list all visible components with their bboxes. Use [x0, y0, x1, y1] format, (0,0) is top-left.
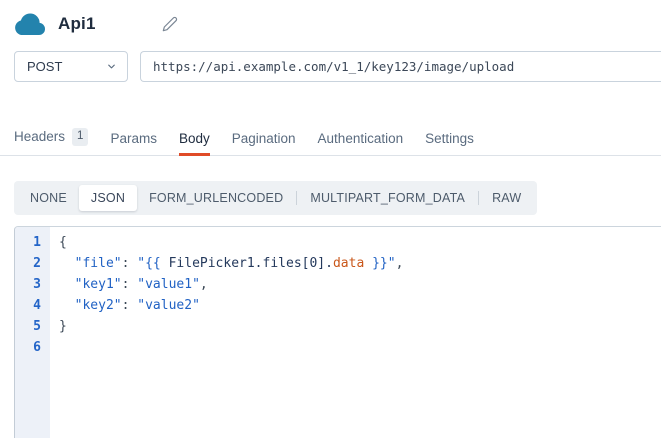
- code-token: "value2": [137, 298, 200, 313]
- code-token: }: [59, 319, 67, 334]
- code-line[interactable]: {: [59, 232, 661, 253]
- api-header: Api1: [0, 0, 661, 42]
- body-type-selector: NONEJSONFORM_URLENCODEDMULTIPART_FORM_DA…: [14, 181, 537, 215]
- api-title: Api1: [58, 14, 96, 34]
- method-select[interactable]: POST: [14, 51, 128, 82]
- request-row: POST: [14, 51, 661, 82]
- tab-label: Headers: [14, 129, 65, 144]
- method-value: POST: [27, 59, 62, 74]
- code-line[interactable]: }: [59, 316, 661, 337]
- body-type-option-json[interactable]: JSON: [79, 185, 137, 211]
- segment-divider: [296, 191, 297, 205]
- code-token: [59, 277, 75, 292]
- tab-body[interactable]: Body: [179, 127, 210, 156]
- tab-label: Authentication: [318, 131, 404, 146]
- code-token: "file": [75, 256, 122, 271]
- code-token: [59, 298, 75, 313]
- code-token: {: [59, 235, 67, 250]
- code-token: FilePicker1.files[0].: [169, 256, 333, 271]
- code-line[interactable]: "key2": "value2": [59, 295, 661, 316]
- tab-pagination[interactable]: Pagination: [232, 127, 296, 156]
- code-token: :: [122, 256, 138, 271]
- tab-label: Pagination: [232, 131, 296, 146]
- line-number: 6: [15, 337, 50, 358]
- code-token: "key2": [75, 298, 122, 313]
- body-type-option-none[interactable]: NONE: [18, 185, 79, 211]
- line-number: 3: [15, 274, 50, 295]
- body-type-option-raw[interactable]: RAW: [480, 185, 533, 211]
- code-token: ,: [200, 277, 208, 292]
- tab-authentication[interactable]: Authentication: [318, 127, 404, 156]
- pencil-icon: [162, 16, 178, 32]
- line-number: 1: [15, 232, 50, 253]
- line-number: 4: [15, 295, 50, 316]
- code-token: "value1": [137, 277, 200, 292]
- code-line[interactable]: "file": "{{ FilePicker1.files[0].data }}…: [59, 253, 661, 274]
- json-body-editor[interactable]: 123456 { "file": "{{ FilePicker1.files[0…: [14, 226, 661, 438]
- code-area[interactable]: { "file": "{{ FilePicker1.files[0].data …: [50, 227, 661, 438]
- code-token: :: [122, 277, 138, 292]
- tab-params[interactable]: Params: [110, 127, 157, 156]
- segment-divider: [478, 191, 479, 205]
- code-token: :: [122, 298, 138, 313]
- code-line[interactable]: "key1": "value1",: [59, 274, 661, 295]
- code-token: [59, 256, 75, 271]
- code-line[interactable]: [59, 337, 661, 358]
- request-tabs: Headers 1 Params Body Pagination Authenticati…: [0, 124, 661, 156]
- code-token: "key1": [75, 277, 122, 292]
- chevron-down-icon: [106, 61, 117, 72]
- url-input[interactable]: [140, 51, 661, 82]
- code-token: data: [333, 256, 364, 271]
- code-token: "{{: [137, 256, 168, 271]
- line-number: 5: [15, 316, 50, 337]
- tab-badge: 1: [72, 128, 88, 146]
- tab-label: Params: [110, 131, 157, 146]
- cloud-icon: [14, 11, 46, 37]
- code-token: ,: [396, 256, 404, 271]
- line-number-gutter: 123456: [15, 227, 50, 438]
- tab-settings[interactable]: Settings: [425, 127, 474, 156]
- body-type-option-form_urlencoded[interactable]: FORM_URLENCODED: [137, 185, 295, 211]
- code-token: }}": [364, 256, 395, 271]
- line-number: 2: [15, 253, 50, 274]
- tab-label: Settings: [425, 131, 474, 146]
- tab-headers[interactable]: Headers 1: [14, 124, 88, 156]
- body-type-option-multipart_form_data[interactable]: MULTIPART_FORM_DATA: [298, 185, 477, 211]
- edit-title-button[interactable]: [160, 14, 180, 34]
- tab-label: Body: [179, 131, 210, 146]
